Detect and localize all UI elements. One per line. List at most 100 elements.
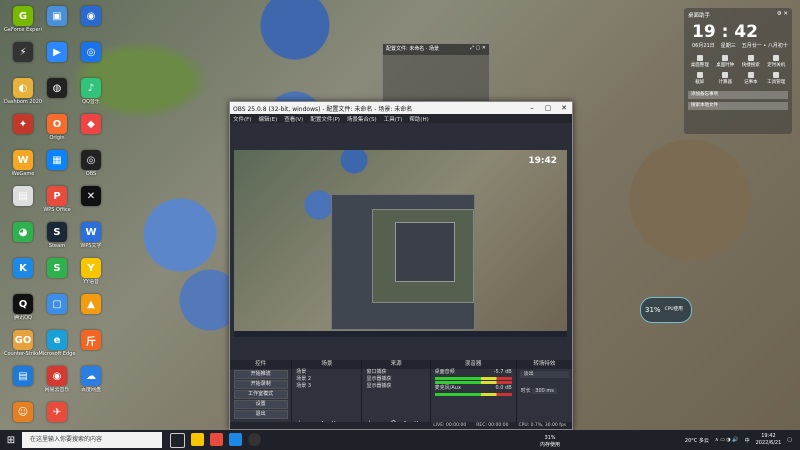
desktop-icon[interactable]: O Origin xyxy=(38,114,76,141)
widget-search[interactable]: 搜索本地文件 xyxy=(688,102,788,110)
app-icon: ✈ xyxy=(47,402,67,422)
widget-tool[interactable]: 记事本 xyxy=(739,72,763,85)
desktop-icon[interactable]: ◎ OBS xyxy=(72,150,110,177)
desktop-icon[interactable]: ☺ xyxy=(4,402,42,423)
minimize-icon[interactable]: – xyxy=(524,104,540,112)
scenes-dock: 场景 场景 场景 2 场景 3 +−∧∨ xyxy=(292,360,363,429)
desktop-icon[interactable]: ▢ xyxy=(38,294,76,315)
floating-preview-window[interactable]: 配置文件: 未命名 · 场景 ⤢ ▢ ✕ xyxy=(382,43,490,105)
desktop-icon[interactable]: ◉ 网易云音乐 xyxy=(38,366,76,393)
menu-tools[interactable]: 工具(T) xyxy=(384,115,403,123)
desktop-icon[interactable]: Y YY语音 xyxy=(72,258,110,285)
duration-field[interactable]: 300 ms xyxy=(532,388,557,394)
obs-taskbar-icon[interactable] xyxy=(248,432,261,446)
widget-todo[interactable]: 添加备忘事项 xyxy=(688,91,788,99)
desktop-icon[interactable]: P WPS Office xyxy=(38,186,76,213)
menu-view[interactable]: 查看(V) xyxy=(284,115,303,123)
desktop-icon[interactable]: S xyxy=(38,258,76,279)
menu-edit[interactable]: 编辑(E) xyxy=(258,115,277,123)
app-icon[interactable] xyxy=(210,432,223,446)
desktop-icon[interactable]: ✦ xyxy=(4,114,42,135)
desktop-icon[interactable]: GGeForce Experience xyxy=(4,6,42,33)
desktop-icon[interactable]: ⚡ xyxy=(4,42,42,63)
menu-profile[interactable]: 配置文件(P) xyxy=(310,115,340,123)
task-view-icon[interactable] xyxy=(170,432,185,448)
desktop-icon[interactable]: GOCounter-Strike Global... xyxy=(4,330,42,357)
settings-button[interactable]: 设置 xyxy=(233,400,288,409)
windows-start-icon[interactable]: ⊞ xyxy=(0,435,22,446)
window-controls-icon[interactable]: ⤢ ▢ ✕ xyxy=(470,45,486,54)
mixer-header: 混音器 xyxy=(430,360,516,369)
desktop-icon[interactable]: ◉ xyxy=(72,6,110,27)
app-icon[interactable] xyxy=(191,432,204,446)
start-streaming-button[interactable]: 开始推流 xyxy=(233,370,288,379)
transition-select[interactable]: 淡出 xyxy=(519,371,570,378)
widget-tool[interactable]: 定时关机 xyxy=(765,55,789,68)
widget-controls-icon[interactable]: ⚙ ✕ xyxy=(777,11,788,19)
desktop-icon[interactable]: ◕ xyxy=(4,222,42,243)
widget-tool[interactable]: 计算器 xyxy=(714,72,738,85)
source-item[interactable]: 窗口捕获 xyxy=(362,369,429,376)
rec-status: REC: 00:00:00 xyxy=(476,423,509,428)
desktop-icon[interactable]: ▤ xyxy=(4,366,42,387)
app-icon: 斤 xyxy=(81,330,101,350)
widget-tool[interactable]: 工具管理 xyxy=(765,72,789,85)
scene-item[interactable]: 场景 2 xyxy=(292,376,361,383)
desktop-icon[interactable]: ▶ xyxy=(38,42,76,63)
menu-scene-collection[interactable]: 场景集合(S) xyxy=(347,115,377,123)
desktop-icon[interactable]: ◆ xyxy=(72,114,110,135)
obs-preview[interactable]: 19:42 xyxy=(234,150,567,337)
obs-titlebar[interactable]: OBS 25.0.8 (32-bit, windows) - 配置文件: 未命名… xyxy=(230,102,572,114)
cpu-usage-badge[interactable]: 31% CPU使用 xyxy=(640,297,692,323)
notification-icon[interactable]: ▢ xyxy=(787,437,792,443)
desktop-icon[interactable]: Q 腾讯QQ xyxy=(4,294,42,321)
widget-title: 桌面助手 xyxy=(688,13,711,19)
source-item[interactable]: 显示器捕获 xyxy=(362,383,429,390)
menu-help[interactable]: 帮助(H) xyxy=(409,115,428,123)
app-icon[interactable] xyxy=(229,432,242,446)
desktop-icon[interactable]: ✕ xyxy=(72,186,110,207)
desktop-icon[interactable]: ♪ QQ音乐 xyxy=(72,78,110,105)
widget-tool[interactable]: 桌面整理 xyxy=(688,55,712,68)
close-icon[interactable]: ✕ xyxy=(556,104,572,112)
desktop-icon[interactable]: ☁ 百度网盘 xyxy=(72,366,110,393)
desktop-icon[interactable]: ✈ xyxy=(38,402,76,423)
menu-file[interactable]: 文件(F) xyxy=(233,115,251,123)
desktop-icon-label: WPS Office xyxy=(43,207,71,213)
desktop-icon[interactable]: e Microsoft Edge xyxy=(38,330,76,357)
app-icon: ▢ xyxy=(47,294,67,314)
obs-menubar: 文件(F) 编辑(E) 查看(V) 配置文件(P) 场景集合(S) 工具(T) … xyxy=(230,114,572,123)
tray-icons[interactable]: ∧ ▭ ◑ 🔊 xyxy=(715,437,739,443)
desktop-icon[interactable]: ▦ xyxy=(38,150,76,171)
desktop-icon[interactable]: ◎ xyxy=(72,42,110,63)
exit-button[interactable]: 退出 xyxy=(233,410,288,419)
desktop-icon[interactable]: K xyxy=(4,258,42,279)
widget-tool[interactable]: 截屏 xyxy=(688,72,712,85)
floating-preview-titlebar[interactable]: 配置文件: 未命名 · 场景 ⤢ ▢ ✕ xyxy=(383,44,489,55)
widget-tool[interactable]: 桌面时钟 xyxy=(714,55,738,68)
desktop-icon[interactable]: 斤 xyxy=(72,330,110,351)
studio-mode-button[interactable]: 工作室模式 xyxy=(233,390,288,399)
desktop-icon[interactable]: ▲ xyxy=(72,294,110,315)
desktop-assistant-widget[interactable]: 桌面助手 ⚙ ✕ 19 : 42 06月21日 星期三 五月廿一 • 八月初十 桌面整… xyxy=(684,8,792,134)
desktop-icon[interactable]: ◐ Dashbom 2020 xyxy=(4,78,42,105)
scene-item[interactable]: 场景 xyxy=(292,369,361,376)
desktop-icon[interactable]: W WPS文字 xyxy=(72,222,110,249)
widget-tool[interactable]: 快捷搜索 xyxy=(739,55,763,68)
source-item[interactable]: 显示器捕获 xyxy=(362,376,429,383)
desktop-icon[interactable]: W WeGame xyxy=(4,150,42,177)
desktop-icon[interactable]: ▤ xyxy=(4,186,42,207)
taskbar-search[interactable]: 在这里输入你要搜索的内容 xyxy=(22,432,162,448)
obs-window[interactable]: OBS 25.0.8 (32-bit, windows) - 配置文件: 未命名… xyxy=(229,101,573,430)
desktop-icon[interactable]: ◍ xyxy=(38,78,76,99)
clock[interactable]: 19:42 2022/6/21 xyxy=(756,433,782,447)
desktop-icon[interactable]: S Steam xyxy=(38,222,76,249)
desktop-icon[interactable]: ▣ xyxy=(38,6,76,27)
start-recording-button[interactable]: 开始录制 xyxy=(233,380,288,389)
mixer-track-label: 桌面音频 -5.7 dB xyxy=(434,369,512,375)
app-icon: ▶ xyxy=(47,42,67,62)
weather[interactable]: 20°C 多云 xyxy=(685,437,709,444)
scene-item[interactable]: 场景 3 xyxy=(292,383,361,390)
ime-indicator[interactable]: 中 xyxy=(745,437,750,444)
maximize-icon[interactable]: ▢ xyxy=(540,104,556,112)
